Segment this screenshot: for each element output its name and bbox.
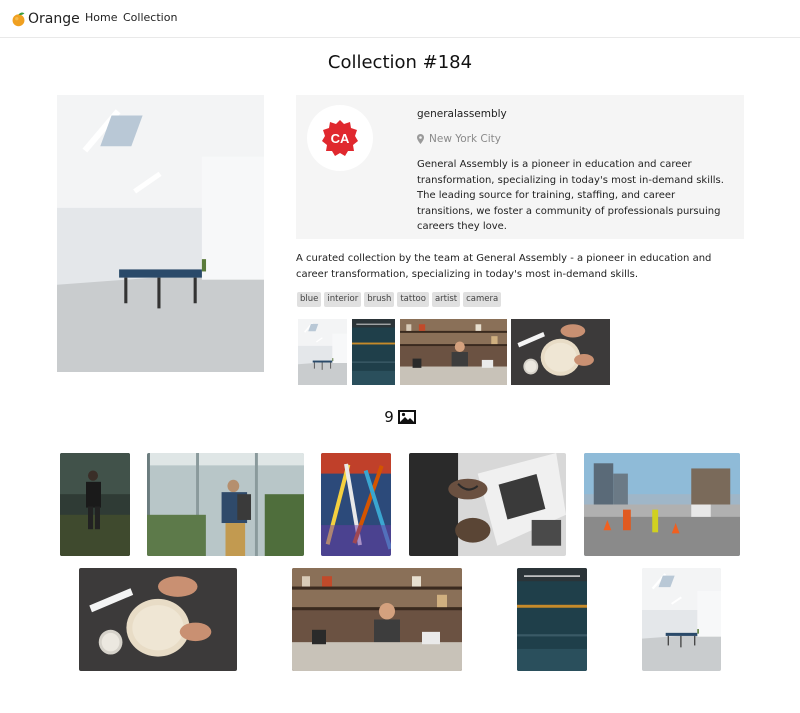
preview-thumb-shelves[interactable] xyxy=(352,319,395,385)
preview-thumb-pottery[interactable] xyxy=(511,319,610,385)
user-bio: General Assembly is a pioneer in educati… xyxy=(417,159,724,232)
gallery-photo-pottery[interactable] xyxy=(79,568,237,671)
pottery-photo xyxy=(79,568,237,671)
nav-link-collection[interactable]: Collection xyxy=(123,11,177,24)
gallery-photo-barista[interactable] xyxy=(292,568,462,671)
gallery-photo-tattoo[interactable] xyxy=(409,453,566,556)
greenhouse-photo xyxy=(147,453,304,556)
tag-interior[interactable]: interior xyxy=(324,292,362,307)
room-photo xyxy=(642,568,721,671)
gallery-photo-construction[interactable] xyxy=(584,453,740,556)
tattoo-photo xyxy=(409,453,566,556)
username[interactable]: generalassembly xyxy=(417,108,507,120)
barista-photo xyxy=(292,568,462,671)
svg-text:CA: CA xyxy=(331,131,350,146)
page-title: Collection #184 xyxy=(327,52,473,73)
gallery-photo-room[interactable] xyxy=(642,568,721,671)
photo-count-number: 9 xyxy=(384,408,394,426)
nav-link-home[interactable]: Home xyxy=(85,11,117,24)
photo-count: 9 xyxy=(0,408,800,426)
gallery-photo-brushes[interactable] xyxy=(321,453,391,556)
collection-description: A curated collection by the team at Gene… xyxy=(296,253,712,280)
preview-thumb-room[interactable] xyxy=(298,319,347,385)
construction-photo xyxy=(584,453,740,556)
tag-brush[interactable]: brush xyxy=(364,292,395,307)
image-icon xyxy=(397,410,416,424)
collection-cover-image[interactable] xyxy=(57,95,264,372)
shelves-photo xyxy=(352,319,395,385)
room-photo xyxy=(57,95,264,372)
location-text: New York City xyxy=(429,133,501,145)
location: New York City xyxy=(417,133,501,145)
map-pin-icon xyxy=(417,134,424,144)
preview-thumb-barista[interactable] xyxy=(400,319,507,385)
tag-blue[interactable]: blue xyxy=(297,292,322,307)
barista-photo xyxy=(400,319,507,385)
gallery-photo-shelves[interactable] xyxy=(517,568,587,671)
gallery-photo-greenhouse[interactable] xyxy=(147,453,304,556)
tag-camera[interactable]: camera xyxy=(463,292,502,307)
tag-artist[interactable]: artist xyxy=(431,292,461,307)
pottery-photo xyxy=(511,319,610,385)
brand[interactable]: Orange xyxy=(10,9,80,29)
general-assembly-logo: CA xyxy=(322,120,358,156)
navbar: Orange Home Collection xyxy=(0,0,800,38)
gallery-photo-hiker[interactable] xyxy=(60,453,130,556)
hiker-photo xyxy=(60,453,130,556)
avatar[interactable]: CA xyxy=(307,105,373,171)
room-photo xyxy=(298,319,347,385)
orange-fruit-icon xyxy=(12,11,25,26)
brushes-photo xyxy=(321,453,391,556)
tag-tattoo[interactable]: tattoo xyxy=(397,292,429,307)
brand-name: Orange xyxy=(28,11,80,27)
shelves-photo xyxy=(517,568,587,671)
tag-list: blue interior brush tattoo artist camera xyxy=(297,292,502,307)
user-card: CA generalassembly New York City General… xyxy=(296,95,744,239)
